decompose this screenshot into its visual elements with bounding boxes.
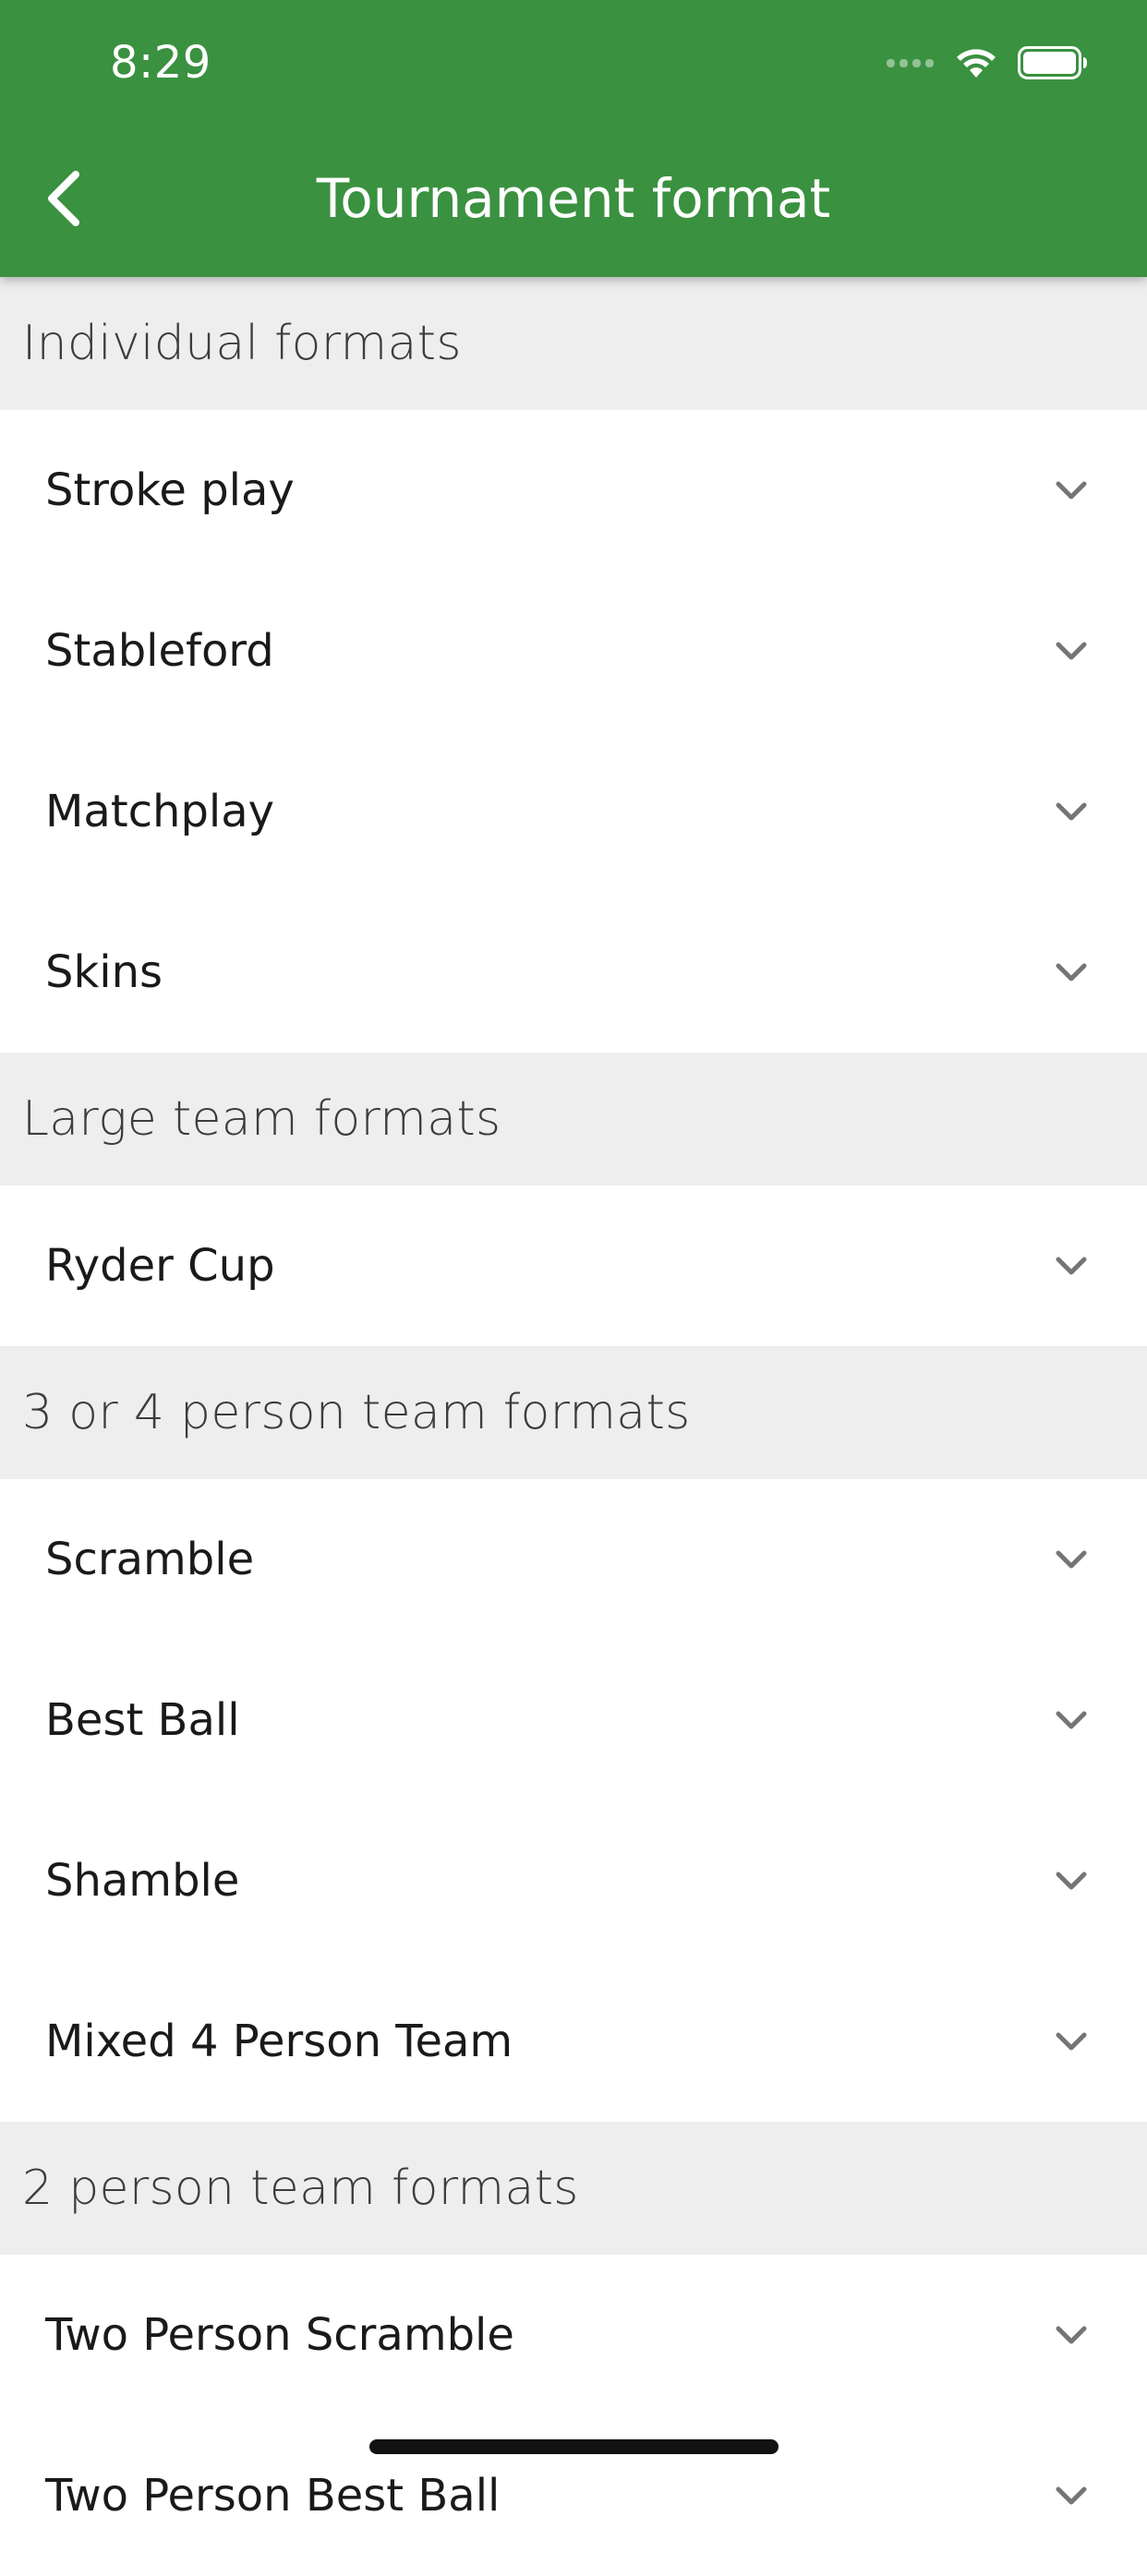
chevron-down-icon (1056, 1550, 1087, 1569)
format-item-two-person-scramble[interactable]: Two Person Scramble (0, 2255, 1147, 2415)
chevron-down-icon (1056, 963, 1087, 981)
page-title: Tournament format (316, 167, 831, 230)
section-header: Large team formats (0, 1053, 1147, 1186)
battery-icon (1018, 46, 1087, 79)
format-item-label: Skins (45, 946, 163, 998)
home-indicator[interactable] (369, 2439, 779, 2454)
format-item-label: Stableford (45, 625, 274, 677)
format-list: Individual formats Stroke play Stablefor… (0, 277, 1147, 2576)
chevron-down-icon (1056, 802, 1087, 821)
section-header: Individual formats (0, 277, 1147, 410)
chevron-down-icon (1056, 481, 1087, 500)
format-item-label: Stroke play (45, 464, 295, 516)
cellular-signal-icon (887, 58, 938, 67)
chevron-down-icon (1056, 1872, 1087, 1890)
section-header: 2 person team formats (0, 2122, 1147, 2255)
chevron-down-icon (1056, 1257, 1087, 1275)
format-item-matchplay[interactable]: Matchplay (0, 731, 1147, 892)
format-item-label: Shamble (45, 1855, 240, 1907)
format-item-stroke-play[interactable]: Stroke play (0, 410, 1147, 571)
chevron-down-icon (1056, 642, 1087, 660)
app-header: 8:29 Tournament format (0, 0, 1147, 277)
chevron-down-icon (1056, 2486, 1087, 2505)
format-item-ryder-cup[interactable]: Ryder Cup (0, 1186, 1147, 1346)
chevron-down-icon (1056, 2326, 1087, 2344)
status-time: 8:29 (110, 37, 211, 89)
wifi-icon (957, 49, 996, 78)
format-item-label: Two Person Scramble (45, 2309, 514, 2361)
format-item-skins[interactable]: Skins (0, 892, 1147, 1053)
format-item-label: Two Person Best Ball (45, 2470, 501, 2522)
format-item-label: Best Ball (45, 1694, 240, 1746)
format-item-label: Mixed 4 Person Team (45, 2016, 513, 2067)
format-item-shamble[interactable]: Shamble (0, 1800, 1147, 1961)
format-item-label: Scramble (45, 1534, 255, 1585)
chevron-down-icon (1056, 1711, 1087, 1729)
section-header: 3 or 4 person team formats (0, 1346, 1147, 1479)
format-item-stableford[interactable]: Stableford (0, 571, 1147, 731)
format-item-mixed-4-person-team[interactable]: Mixed 4 Person Team (0, 1961, 1147, 2122)
chevron-down-icon (1056, 2032, 1087, 2051)
format-item-label: Ryder Cup (45, 1240, 275, 1292)
format-item-label: Matchplay (45, 786, 275, 837)
status-icons (887, 42, 1088, 83)
format-item-best-ball[interactable]: Best Ball (0, 1640, 1147, 1800)
format-item-scramble[interactable]: Scramble (0, 1479, 1147, 1640)
